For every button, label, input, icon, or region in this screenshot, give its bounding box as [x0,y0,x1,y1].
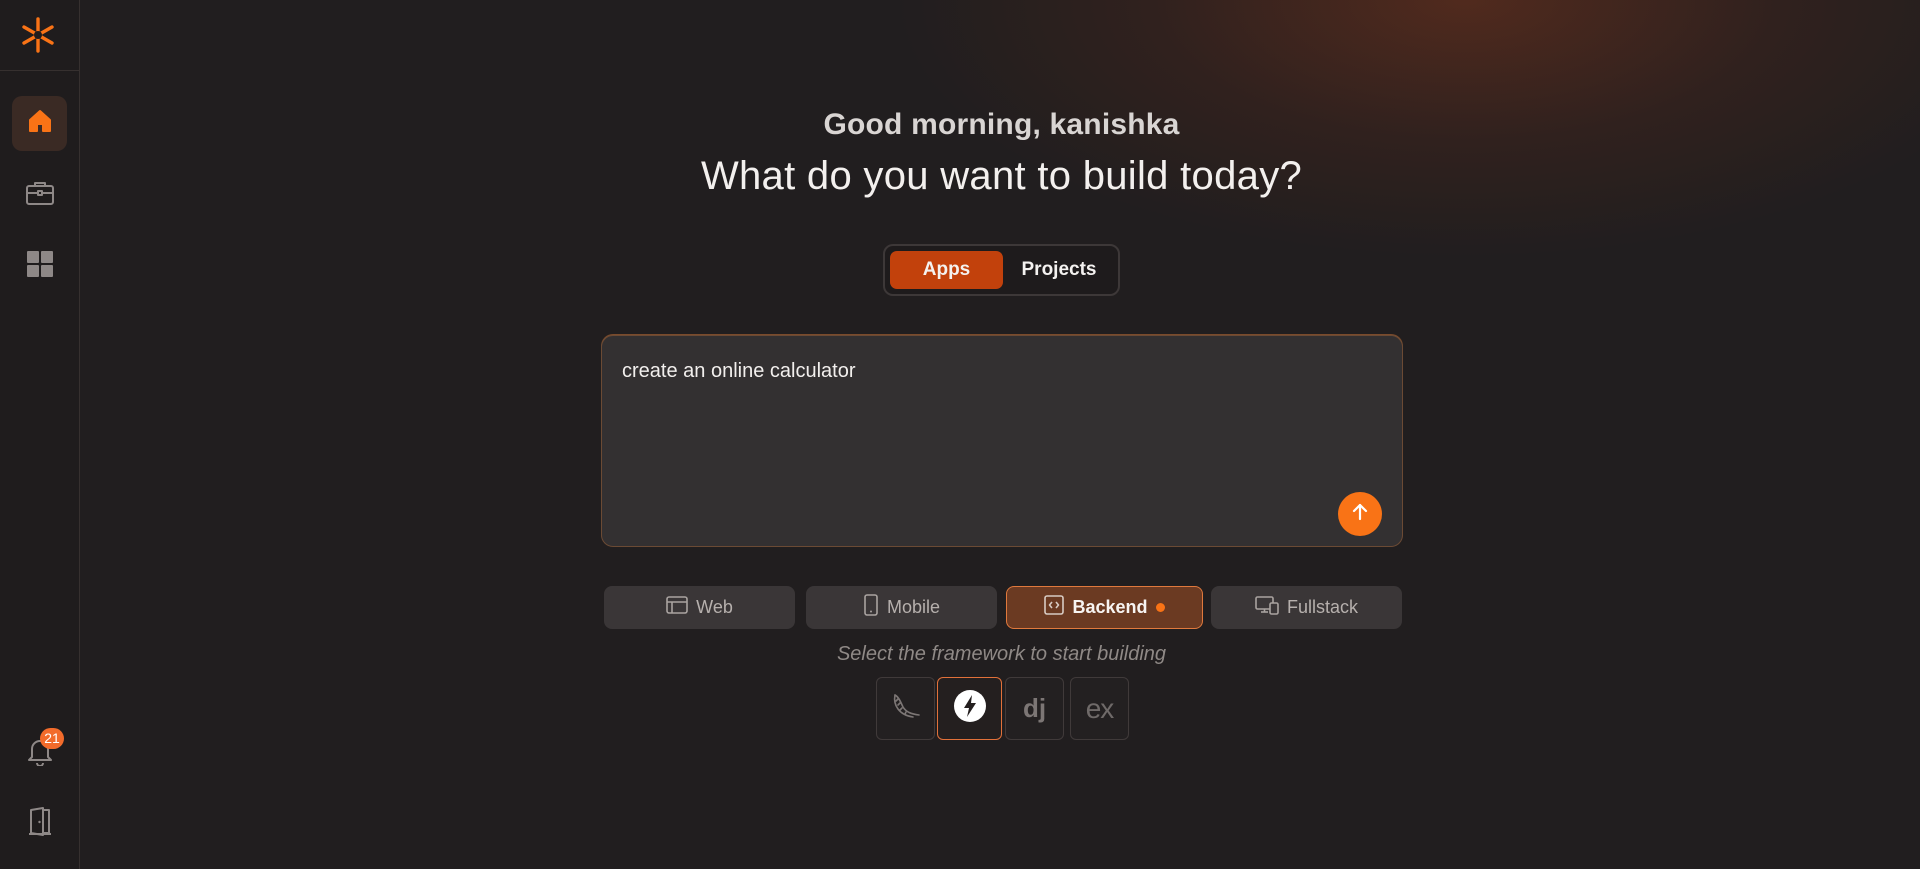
app-root: 21 Good morning, kanishka What do you wa… [0,0,1920,869]
page-headline: What do you want to build today? [700,154,1303,198]
framework-hint-text: Select the framework to start building [836,643,1167,665]
apps-projects-toggle: Apps Projects [883,244,1120,296]
browser-window-icon [666,595,688,620]
sidebar-item-notifications[interactable]: 21 [12,726,67,781]
devices-icon [1255,595,1279,620]
framework-django-button[interactable]: dj [1005,677,1064,740]
app-type-mobile-button[interactable]: Mobile [806,586,997,629]
toggle-apps-button[interactable]: Apps [890,251,1003,289]
sidebar-item-briefcase[interactable] [12,168,67,223]
framework-express-button[interactable]: ex [1070,677,1129,740]
prompt-input-value[interactable]: create an online calculator [622,360,855,383]
asterisk-logo-icon[interactable] [19,16,57,54]
app-type-web-button[interactable]: Web [604,586,795,629]
django-icon: dj [1022,693,1047,723]
selected-indicator-dot [1155,603,1165,612]
arrow-up-icon [1350,502,1370,527]
briefcase-icon [25,179,55,212]
app-type-mobile-label: Mobile [886,597,941,617]
send-button[interactable] [1338,492,1382,536]
sidebar-item-home[interactable] [12,96,67,151]
app-type-backend-label: Backend [1072,597,1148,617]
main-content: Good morning, kanishka What do you want … [80,0,1920,869]
toggle-projects-button[interactable]: Projects [1005,251,1113,289]
door-exit-icon [27,806,53,841]
express-icon: ex [1085,692,1115,724]
logo-divider [0,70,79,71]
app-type-fullstack-label: Fullstack [1286,597,1358,617]
flask-horn-icon [889,691,923,726]
fastapi-bolt-icon [953,689,987,728]
greeting-text: Good morning, kanishka [823,108,1180,141]
framework-flask-button[interactable] [876,677,935,740]
app-type-backend-button[interactable]: Backend [1006,586,1203,629]
home-icon [26,107,54,140]
sidebar-item-logout[interactable] [12,796,67,851]
prompt-textarea[interactable]: create an online calculator [601,335,1403,547]
grid-icon [26,250,54,283]
code-box-icon [1044,595,1065,620]
app-type-web-label: Web [696,597,733,617]
notification-count-badge: 21 [40,728,64,749]
app-type-fullstack-button[interactable]: Fullstack [1211,586,1402,629]
sidebar: 21 [0,0,80,869]
sidebar-item-apps-grid[interactable] [12,239,67,294]
smartphone-icon [863,594,879,621]
framework-fastapi-button[interactable] [937,677,1002,740]
